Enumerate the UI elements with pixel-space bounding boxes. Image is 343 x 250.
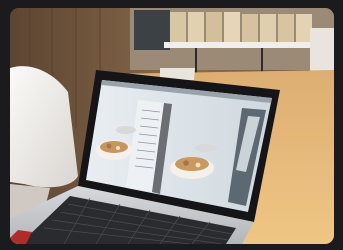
photo-frame xyxy=(10,8,334,244)
cafe-laptop-photo xyxy=(10,8,334,244)
back-counter xyxy=(164,42,318,48)
